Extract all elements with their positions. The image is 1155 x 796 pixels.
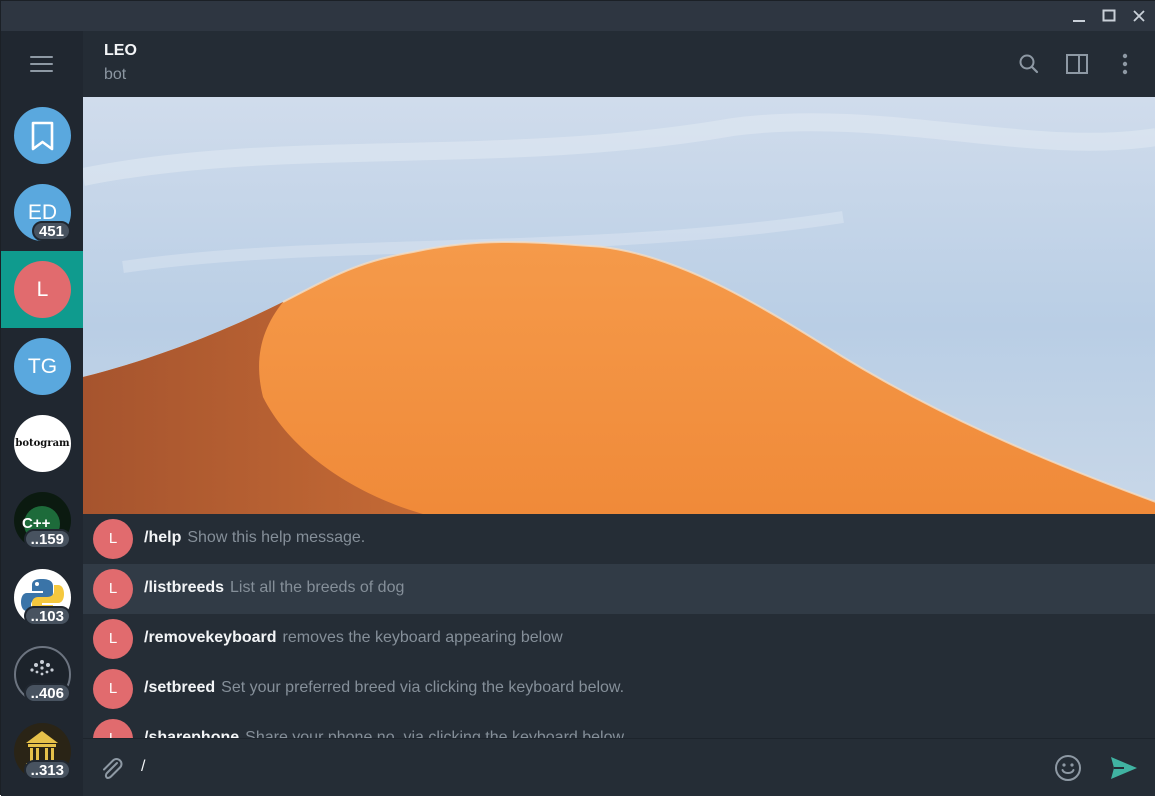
command-description: List all the breeds of dog — [230, 579, 405, 596]
command-description: removes the keyboard appearing below — [282, 629, 563, 646]
command-item-sharephone[interactable]: L /sharephone Share your phone no. via cl… — [83, 714, 1155, 738]
chat-item-saved-messages[interactable] — [1, 97, 83, 174]
chat-list-sidebar: ED 451 L TG botogram C++ ..159 ..103 ..4… — [1, 31, 83, 796]
command-item-listbreeds[interactable]: L /listbreeds List all the breeds of dog — [83, 564, 1155, 614]
chat-item-ed[interactable]: ED 451 — [1, 174, 83, 251]
avatar — [14, 107, 71, 164]
message-composer — [83, 738, 1155, 796]
command-description: Show this help message. — [187, 529, 366, 546]
command-name: /help — [144, 529, 182, 546]
avatar: L — [93, 669, 133, 709]
send-icon[interactable] — [1108, 753, 1140, 783]
command-item-removekeyboard[interactable]: L /removekeyboard removes the keyboard ap… — [83, 614, 1155, 664]
avatar: L — [93, 569, 133, 609]
unread-badge: ..313 — [23, 760, 71, 780]
hamburger-menu-icon[interactable] — [1, 31, 83, 97]
avatar: L — [93, 619, 133, 659]
chat-item-python[interactable]: ..103 — [1, 559, 83, 636]
unread-badge: ..406 — [23, 683, 71, 703]
command-item-help[interactable]: L /help Show this help message. — [83, 514, 1155, 564]
command-name: /listbreeds — [144, 579, 225, 596]
chat-item-temple[interactable]: ..313 — [1, 713, 83, 790]
command-name: /setbreed — [144, 679, 216, 696]
chat-header[interactable]: LEO bot — [83, 31, 1155, 97]
sidebar-toggle-icon[interactable] — [1064, 51, 1090, 77]
paperclip-icon[interactable] — [97, 754, 127, 784]
chat-item-leo[interactable]: L — [1, 251, 83, 328]
command-description: Share your phone no. via clicking the ke… — [245, 729, 628, 738]
chat-item-iota[interactable]: ..406 — [1, 636, 83, 713]
emoji-icon[interactable] — [1053, 753, 1083, 783]
desert-dune-wallpaper — [83, 97, 1155, 514]
bookmark-icon — [31, 121, 54, 151]
chat-item-botogram[interactable]: botogram — [1, 405, 83, 482]
chat-wallpaper — [83, 97, 1155, 514]
chat-item-tg[interactable]: TG — [1, 328, 83, 405]
unread-badge: 451 — [31, 221, 71, 241]
bot-commands-list: L /help Show this help message. L /listbr… — [83, 514, 1155, 738]
command-item-setbreed[interactable]: L /setbreed Set your preferred breed via … — [83, 664, 1155, 714]
minimize-icon[interactable] — [1069, 7, 1089, 25]
unread-badge: ..103 — [23, 606, 71, 626]
title-bar — [1, 1, 1155, 31]
chat-status: bot — [104, 66, 127, 83]
avatar: L — [14, 261, 71, 318]
telegram-window: ED 451 L TG botogram C++ ..159 ..103 ..4… — [0, 0, 1155, 796]
message-input[interactable] — [141, 753, 1021, 781]
avatar: L — [93, 519, 133, 559]
maximize-icon[interactable] — [1099, 7, 1119, 25]
chat-item-cpp[interactable]: C++ ..159 — [1, 482, 83, 559]
search-icon[interactable] — [1016, 51, 1042, 77]
more-vertical-icon[interactable] — [1112, 51, 1138, 77]
chat-title: LEO — [104, 42, 137, 59]
command-name: /sharephone — [144, 729, 240, 738]
close-icon[interactable] — [1129, 7, 1149, 25]
avatar: botogram — [14, 415, 71, 472]
command-name: /removekeyboard — [144, 629, 277, 646]
command-description: Set your preferred breed via clicking th… — [221, 679, 625, 696]
unread-badge: ..159 — [23, 529, 71, 549]
avatar: L — [93, 719, 133, 738]
avatar: TG — [14, 338, 71, 395]
